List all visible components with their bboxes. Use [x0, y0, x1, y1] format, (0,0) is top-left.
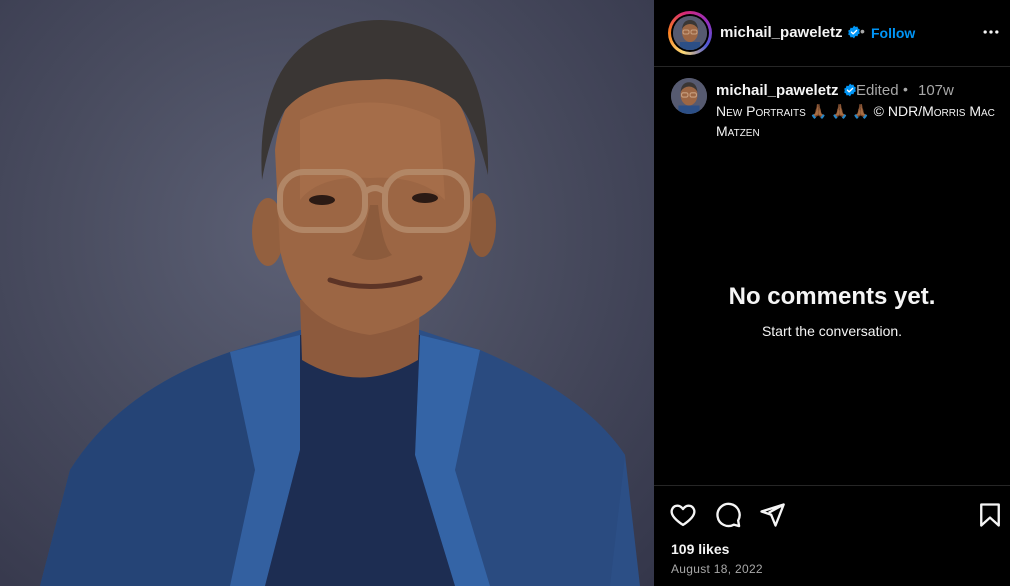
send-icon[interactable] [758, 501, 786, 529]
profile-story-ring[interactable] [668, 11, 712, 55]
more-options-icon[interactable] [981, 22, 1001, 42]
comment-icon[interactable] [714, 501, 742, 529]
heart-icon[interactable] [669, 501, 697, 529]
post-time[interactable]: 107w [918, 82, 954, 99]
separator-dot: • [860, 23, 865, 39]
post-photo[interactable] [0, 0, 654, 586]
caption-username-link[interactable]: michail_paweletz [716, 82, 857, 99]
edited-label: Edited [856, 82, 899, 99]
avatar[interactable] [673, 16, 707, 50]
follow-button[interactable]: Follow [871, 25, 915, 41]
username-text[interactable]: michail_paweletz [720, 24, 843, 41]
caption-username-text[interactable]: michail_paweletz [716, 82, 839, 99]
verified-badge-icon [847, 25, 860, 39]
post-header: michail_paweletz • Follow [654, 0, 1010, 67]
header-username-link[interactable]: michail_paweletz [720, 24, 861, 41]
caption-avatar[interactable] [671, 78, 707, 114]
no-comments-title: No comments yet. [728, 283, 936, 310]
separator-dot: • [903, 81, 908, 97]
verified-badge-icon [843, 83, 856, 97]
no-comments-subtitle: Start the conversation. [761, 323, 903, 339]
post-actions: 109 likes August 18, 2022 [654, 485, 1010, 586]
post-date[interactable]: August 18, 2022 [671, 562, 763, 576]
portrait-image [40, 20, 640, 586]
likes-count[interactable]: 109 likes [671, 541, 729, 557]
bookmark-icon[interactable] [976, 501, 1004, 529]
post-details-panel: michail_paweletz • Follow michail_pawele… [654, 0, 1010, 586]
caption-text: New Portraits 🙏🏾 🙏🏾 🙏🏾 © NDR/Morris Mac … [716, 103, 995, 139]
